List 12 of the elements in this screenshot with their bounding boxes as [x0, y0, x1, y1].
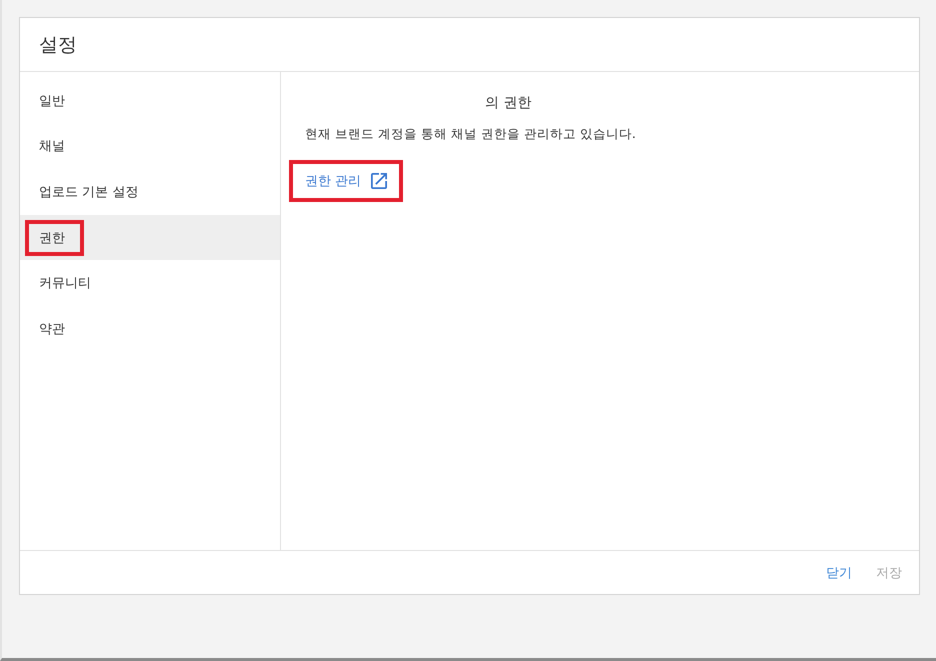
sidebar-item[interactable]: 일반 — [20, 78, 280, 124]
manage-permissions-link[interactable]: 권한 관리 — [305, 172, 388, 190]
section-heading: 의 권한 — [485, 94, 532, 112]
sidebar-item[interactable]: 약관 — [20, 306, 280, 352]
sidebar-item[interactable]: 권한 — [20, 214, 280, 260]
dialog-title: 설정 — [39, 32, 77, 58]
sidebar-item[interactable]: 업로드 기본 설정 — [20, 169, 280, 215]
close-button[interactable]: 닫기 — [818, 558, 860, 588]
sidebar-item[interactable]: 커뮤니티 — [20, 260, 280, 306]
external-link-icon — [371, 173, 388, 189]
sidebar-item[interactable]: 채널 — [20, 124, 280, 170]
description-text: 현재 브랜드 계정을 통해 채널 권한을 관리하고 있습니다. — [305, 126, 636, 143]
